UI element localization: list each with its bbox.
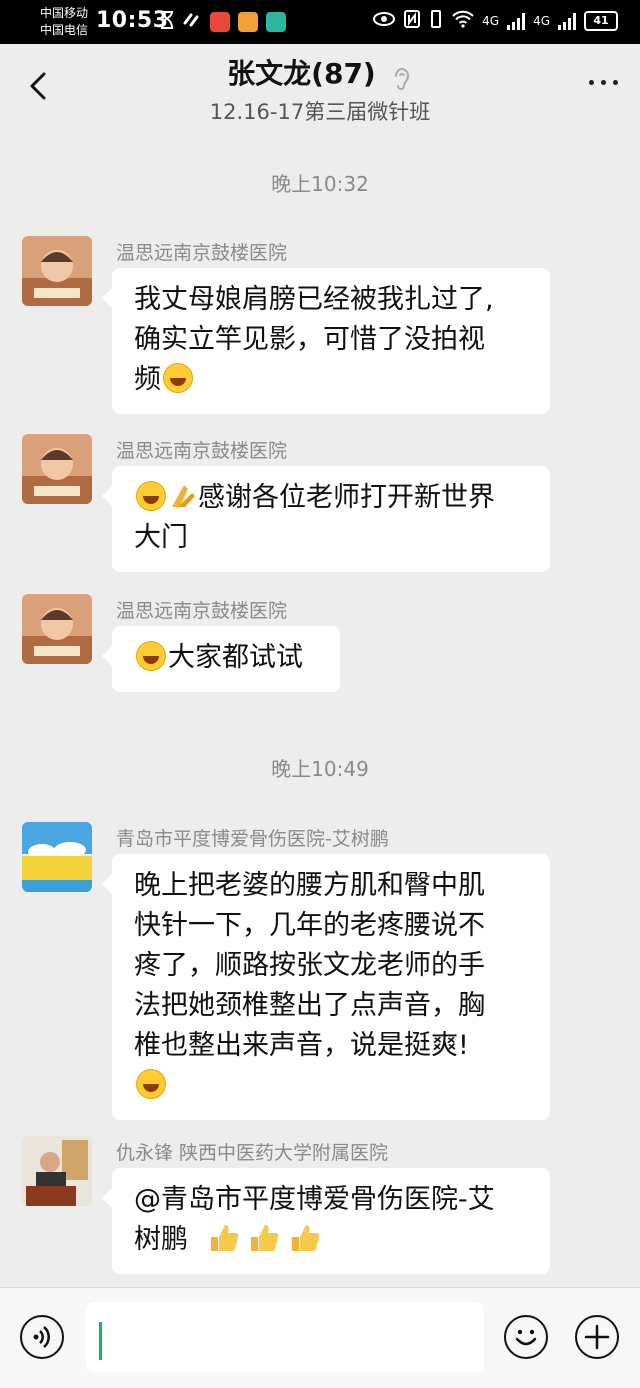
message-line: 感谢各位老师打开新世界: [198, 482, 495, 513]
carrier-2: 中国电信: [40, 23, 89, 37]
vibrate-icon: [428, 10, 444, 31]
timestamp: 晚上10:49: [271, 757, 369, 781]
laugh-cry-emoji-icon: [163, 363, 193, 393]
message-line: 椎也整出来声音，说是挺爽!: [134, 1030, 469, 1061]
battery-icon: 41: [584, 10, 618, 31]
sender-name: 青岛市平度博爱骨伤医院-艾树鹏: [116, 828, 389, 850]
hug-emoji-icon: [136, 641, 166, 671]
sender-name: 温思远南京鼓楼医院: [116, 440, 288, 462]
message-bubble[interactable]: 我丈母娘肩膀已经被我扎过了, 确实立竿见影，可惜了没拍视 频: [102, 268, 550, 414]
message-line: 大家都试试: [168, 642, 303, 673]
laugh-cry-emoji-icon: [136, 1069, 166, 1099]
timestamp: 晚上10:32: [271, 172, 369, 196]
wifi-icon: [452, 10, 474, 31]
text-cursor: [99, 1322, 102, 1360]
system-indicators: 4G 4G 41: [372, 10, 618, 31]
message-line: 频: [134, 364, 161, 395]
app-notification-icon: [238, 12, 258, 32]
nfc-icon: [404, 10, 421, 31]
network-type: 4G: [533, 13, 550, 28]
message-bubble[interactable]: 大家都试试: [102, 626, 340, 692]
message-bubble[interactable]: @青岛市平度博爱骨伤医院-艾 树鹏: [102, 1168, 550, 1274]
message-bubble[interactable]: 感谢各位老师打开新世界 大门: [102, 466, 550, 572]
chat-title-area: 张文龙(87) 12.16-17第三届微针班: [0, 52, 640, 126]
network-type: 4G: [482, 13, 500, 28]
mute-icon: [394, 67, 409, 90]
status-bar: 中国移动 中国电信 10:53 4G 4G 41: [0, 0, 640, 44]
notification-icons: [160, 11, 286, 33]
message-line: 确实立竿见影，可惜了没拍视: [134, 324, 485, 355]
sender-name: 温思远南京鼓楼医院: [116, 600, 288, 622]
thumbs-up-icon: [251, 1225, 279, 1251]
message-bubble[interactable]: 晚上把老婆的腰方肌和臀中肌 快针一下，几年的老疼腰说不 疼了，顺路按张文龙老师的…: [102, 854, 550, 1120]
avatar[interactable]: [22, 594, 92, 664]
plus-icon: [584, 1324, 610, 1350]
dot: [589, 80, 594, 85]
avatar[interactable]: [22, 434, 92, 504]
folded-hands-icon: [172, 485, 195, 507]
link-icon: [182, 11, 202, 33]
message-line: 大门: [134, 522, 188, 553]
message-line: 法把她颈椎整出了点声音，胸: [134, 990, 485, 1021]
carrier-info: 中国移动 中国电信: [40, 5, 88, 39]
signal-icon: [507, 12, 526, 30]
more-functions-button[interactable]: [575, 1315, 619, 1359]
group-name: 12.16-17第三届微针班: [209, 100, 431, 124]
more-button[interactable]: [589, 80, 618, 85]
avatar[interactable]: [22, 1136, 92, 1206]
message-line: @青岛市平度博爱骨伤医院-艾: [134, 1184, 495, 1215]
avatar[interactable]: [22, 236, 92, 306]
sender-name: 仇永锋 陕西中医药大学附属医院: [116, 1142, 389, 1164]
hourglass-icon: [160, 11, 174, 33]
grin-emoji-icon: [136, 481, 166, 511]
sender-name: 温思远南京鼓楼医院: [116, 242, 288, 264]
thumbs-up-icon: [210, 1225, 238, 1251]
thumbs-up-icon: [291, 1225, 320, 1251]
app-notification-icon: [210, 12, 230, 32]
input-bar: [0, 1287, 640, 1388]
eye-icon: [372, 11, 396, 30]
message-line: 我丈母娘肩膀已经被我扎过了,: [134, 284, 494, 315]
smiley-icon: [515, 1329, 537, 1346]
avatar[interactable]: [22, 822, 92, 892]
voice-icon: [33, 1326, 50, 1348]
emoji-button[interactable]: [504, 1315, 548, 1359]
dot: [613, 80, 618, 85]
chat-title: 张文龙(87): [227, 57, 376, 90]
message-line: 树鹏: [134, 1224, 188, 1255]
message-line: 快针一下，几年的老疼腰说不: [134, 910, 485, 941]
app-notification-icon: [266, 12, 286, 32]
message-line: 晚上把老婆的腰方肌和臀中肌: [134, 870, 485, 901]
status-time: 10:53: [96, 8, 169, 33]
carrier-1: 中国移动: [40, 6, 89, 20]
chat-area[interactable]: 晚上10:32 温思远南京鼓楼医院 我丈母娘肩膀已经被我扎过了, 确实立竿见影，…: [0, 130, 640, 1287]
message-line: 疼了，顺路按张文龙老师的手: [134, 950, 485, 981]
voice-button[interactable]: [20, 1315, 64, 1359]
chat-header: 张文龙(87) 12.16-17第三届微针班: [0, 44, 640, 130]
dot: [601, 80, 606, 85]
message-input[interactable]: [86, 1302, 484, 1372]
signal-icon: [558, 12, 576, 30]
